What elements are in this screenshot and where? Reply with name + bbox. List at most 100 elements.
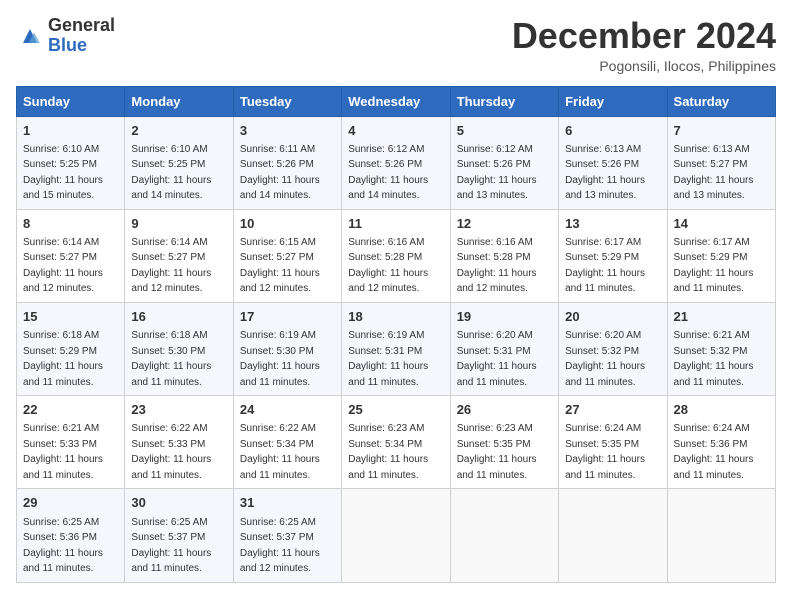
day-number: 3 <box>240 122 335 140</box>
cell-info: Sunrise: 6:11 AMSunset: 5:26 PMDaylight:… <box>240 144 320 202</box>
day-number: 6 <box>565 122 660 140</box>
location-subtitle: Pogonsili, Ilocos, Philippines <box>512 58 776 74</box>
day-number: 27 <box>565 401 660 419</box>
day-number: 14 <box>674 215 769 233</box>
day-header-wednesday: Wednesday <box>342 86 450 116</box>
calendar-cell: 29 Sunrise: 6:25 AMSunset: 5:36 PMDaylig… <box>17 489 125 582</box>
day-header-sunday: Sunday <box>17 86 125 116</box>
day-number: 9 <box>131 215 226 233</box>
day-number: 11 <box>348 215 443 233</box>
logo-text: General Blue <box>48 16 115 56</box>
day-number: 23 <box>131 401 226 419</box>
day-header-thursday: Thursday <box>450 86 558 116</box>
cell-info: Sunrise: 6:23 AMSunset: 5:34 PMDaylight:… <box>348 423 428 481</box>
calendar-week-5: 29 Sunrise: 6:25 AMSunset: 5:36 PMDaylig… <box>17 489 776 582</box>
calendar-cell: 4 Sunrise: 6:12 AMSunset: 5:26 PMDayligh… <box>342 116 450 209</box>
cell-info: Sunrise: 6:19 AMSunset: 5:30 PMDaylight:… <box>240 330 320 388</box>
cell-info: Sunrise: 6:14 AMSunset: 5:27 PMDaylight:… <box>23 237 103 295</box>
calendar-cell: 17 Sunrise: 6:19 AMSunset: 5:30 PMDaylig… <box>233 302 341 395</box>
calendar-cell: 25 Sunrise: 6:23 AMSunset: 5:34 PMDaylig… <box>342 396 450 489</box>
calendar-cell: 28 Sunrise: 6:24 AMSunset: 5:36 PMDaylig… <box>667 396 775 489</box>
cell-info: Sunrise: 6:24 AMSunset: 5:35 PMDaylight:… <box>565 423 645 481</box>
cell-info: Sunrise: 6:19 AMSunset: 5:31 PMDaylight:… <box>348 330 428 388</box>
calendar-cell <box>450 489 558 582</box>
calendar-week-2: 8 Sunrise: 6:14 AMSunset: 5:27 PMDayligh… <box>17 209 776 302</box>
calendar-cell: 7 Sunrise: 6:13 AMSunset: 5:27 PMDayligh… <box>667 116 775 209</box>
day-number: 19 <box>457 308 552 326</box>
cell-info: Sunrise: 6:17 AMSunset: 5:29 PMDaylight:… <box>674 237 754 295</box>
cell-info: Sunrise: 6:18 AMSunset: 5:29 PMDaylight:… <box>23 330 103 388</box>
calendar-cell: 13 Sunrise: 6:17 AMSunset: 5:29 PMDaylig… <box>559 209 667 302</box>
day-number: 10 <box>240 215 335 233</box>
cell-info: Sunrise: 6:12 AMSunset: 5:26 PMDaylight:… <box>457 144 537 202</box>
day-number: 13 <box>565 215 660 233</box>
cell-info: Sunrise: 6:13 AMSunset: 5:26 PMDaylight:… <box>565 144 645 202</box>
day-number: 29 <box>23 494 118 512</box>
calendar-cell: 20 Sunrise: 6:20 AMSunset: 5:32 PMDaylig… <box>559 302 667 395</box>
cell-info: Sunrise: 6:14 AMSunset: 5:27 PMDaylight:… <box>131 237 211 295</box>
calendar-cell <box>667 489 775 582</box>
calendar-cell: 9 Sunrise: 6:14 AMSunset: 5:27 PMDayligh… <box>125 209 233 302</box>
calendar-cell: 5 Sunrise: 6:12 AMSunset: 5:26 PMDayligh… <box>450 116 558 209</box>
cell-info: Sunrise: 6:21 AMSunset: 5:33 PMDaylight:… <box>23 423 103 481</box>
calendar-cell: 27 Sunrise: 6:24 AMSunset: 5:35 PMDaylig… <box>559 396 667 489</box>
cell-info: Sunrise: 6:10 AMSunset: 5:25 PMDaylight:… <box>23 144 103 202</box>
cell-info: Sunrise: 6:17 AMSunset: 5:29 PMDaylight:… <box>565 237 645 295</box>
day-number: 22 <box>23 401 118 419</box>
cell-info: Sunrise: 6:23 AMSunset: 5:35 PMDaylight:… <box>457 423 537 481</box>
cell-info: Sunrise: 6:20 AMSunset: 5:32 PMDaylight:… <box>565 330 645 388</box>
calendar-cell: 10 Sunrise: 6:15 AMSunset: 5:27 PMDaylig… <box>233 209 341 302</box>
calendar-cell <box>342 489 450 582</box>
calendar-table: SundayMondayTuesdayWednesdayThursdayFrid… <box>16 86 776 583</box>
cell-info: Sunrise: 6:21 AMSunset: 5:32 PMDaylight:… <box>674 330 754 388</box>
day-number: 16 <box>131 308 226 326</box>
calendar-cell: 15 Sunrise: 6:18 AMSunset: 5:29 PMDaylig… <box>17 302 125 395</box>
cell-info: Sunrise: 6:18 AMSunset: 5:30 PMDaylight:… <box>131 330 211 388</box>
calendar-cell: 23 Sunrise: 6:22 AMSunset: 5:33 PMDaylig… <box>125 396 233 489</box>
calendar-week-4: 22 Sunrise: 6:21 AMSunset: 5:33 PMDaylig… <box>17 396 776 489</box>
cell-info: Sunrise: 6:12 AMSunset: 5:26 PMDaylight:… <box>348 144 428 202</box>
calendar-cell: 14 Sunrise: 6:17 AMSunset: 5:29 PMDaylig… <box>667 209 775 302</box>
cell-info: Sunrise: 6:25 AMSunset: 5:37 PMDaylight:… <box>240 517 320 575</box>
title-block: December 2024 Pogonsili, Ilocos, Philipp… <box>512 16 776 74</box>
day-number: 24 <box>240 401 335 419</box>
day-number: 25 <box>348 401 443 419</box>
cell-info: Sunrise: 6:22 AMSunset: 5:33 PMDaylight:… <box>131 423 211 481</box>
calendar-cell: 16 Sunrise: 6:18 AMSunset: 5:30 PMDaylig… <box>125 302 233 395</box>
day-header-tuesday: Tuesday <box>233 86 341 116</box>
cell-info: Sunrise: 6:13 AMSunset: 5:27 PMDaylight:… <box>674 144 754 202</box>
page-header: General Blue December 2024 Pogonsili, Il… <box>16 16 776 74</box>
day-number: 26 <box>457 401 552 419</box>
day-number: 28 <box>674 401 769 419</box>
day-number: 12 <box>457 215 552 233</box>
calendar-cell: 21 Sunrise: 6:21 AMSunset: 5:32 PMDaylig… <box>667 302 775 395</box>
day-number: 20 <box>565 308 660 326</box>
cell-info: Sunrise: 6:16 AMSunset: 5:28 PMDaylight:… <box>457 237 537 295</box>
calendar-header: SundayMondayTuesdayWednesdayThursdayFrid… <box>17 86 776 116</box>
calendar-cell <box>559 489 667 582</box>
day-header-friday: Friday <box>559 86 667 116</box>
cell-info: Sunrise: 6:15 AMSunset: 5:27 PMDaylight:… <box>240 237 320 295</box>
calendar-cell: 8 Sunrise: 6:14 AMSunset: 5:27 PMDayligh… <box>17 209 125 302</box>
cell-info: Sunrise: 6:20 AMSunset: 5:31 PMDaylight:… <box>457 330 537 388</box>
calendar-cell: 1 Sunrise: 6:10 AMSunset: 5:25 PMDayligh… <box>17 116 125 209</box>
day-header-monday: Monday <box>125 86 233 116</box>
calendar-cell: 31 Sunrise: 6:25 AMSunset: 5:37 PMDaylig… <box>233 489 341 582</box>
calendar-cell: 3 Sunrise: 6:11 AMSunset: 5:26 PMDayligh… <box>233 116 341 209</box>
logo: General Blue <box>16 16 115 56</box>
day-number: 17 <box>240 308 335 326</box>
day-number: 7 <box>674 122 769 140</box>
cell-info: Sunrise: 6:25 AMSunset: 5:37 PMDaylight:… <box>131 517 211 575</box>
day-number: 21 <box>674 308 769 326</box>
day-header-saturday: Saturday <box>667 86 775 116</box>
calendar-cell: 12 Sunrise: 6:16 AMSunset: 5:28 PMDaylig… <box>450 209 558 302</box>
cell-info: Sunrise: 6:25 AMSunset: 5:36 PMDaylight:… <box>23 517 103 575</box>
month-title: December 2024 <box>512 16 776 56</box>
calendar-week-3: 15 Sunrise: 6:18 AMSunset: 5:29 PMDaylig… <box>17 302 776 395</box>
day-number: 15 <box>23 308 118 326</box>
day-number: 2 <box>131 122 226 140</box>
cell-info: Sunrise: 6:16 AMSunset: 5:28 PMDaylight:… <box>348 237 428 295</box>
day-number: 18 <box>348 308 443 326</box>
day-number: 5 <box>457 122 552 140</box>
cell-info: Sunrise: 6:10 AMSunset: 5:25 PMDaylight:… <box>131 144 211 202</box>
